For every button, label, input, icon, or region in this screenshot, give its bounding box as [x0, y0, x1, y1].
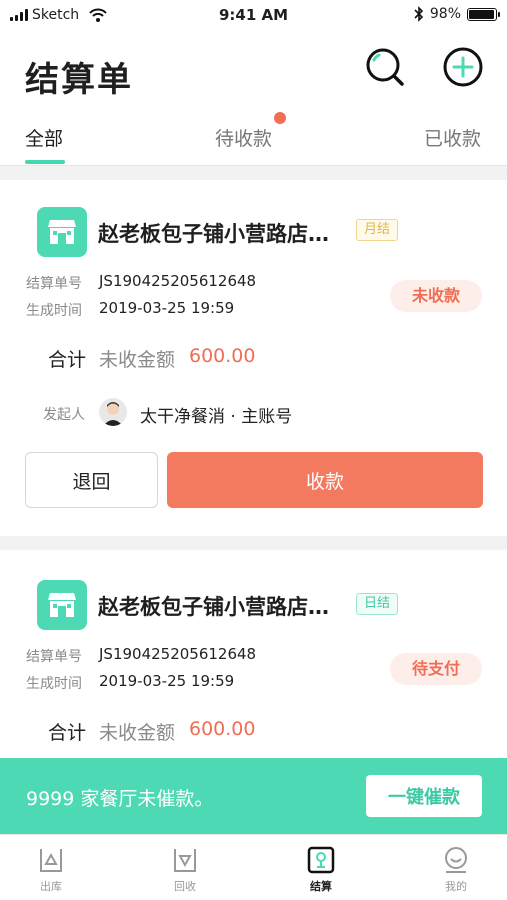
billing-tag: 月结 [356, 219, 399, 241]
status-badge: 待支付 [390, 653, 482, 685]
reminder-banner: 9999 家餐厅未催款。 一键催款 [0, 758, 507, 834]
add-button[interactable] [442, 46, 484, 88]
tabbar-label: 我的 [445, 880, 467, 893]
search-button[interactable] [364, 46, 406, 88]
battery-icon [467, 7, 500, 21]
shop-icon [37, 580, 87, 630]
remind-all-button[interactable]: 一键催款 [366, 775, 482, 817]
tabbar-label: 出库 [40, 880, 62, 893]
tabbar-item-settlement[interactable]: 结算 [281, 835, 361, 900]
banner-text: 9999 家餐厅未催款。 [26, 788, 214, 810]
billing-tag: 日结 [356, 593, 399, 615]
settlement-card[interactable]: 赵老板包子铺小营路店… 月结 结算单号 JS190425205612648 生成… [0, 180, 507, 536]
tabbar-label: 结算 [310, 880, 332, 893]
active-tab-indicator [25, 160, 65, 164]
shop-name: 赵老板包子铺小营路店… [98, 222, 329, 246]
tabbar-item-recycle[interactable]: 回收 [145, 835, 225, 900]
created-time: 2019-03-25 19:59 [99, 299, 235, 317]
tabbar-item-profile[interactable]: 我的 [416, 835, 496, 900]
tab-collected[interactable]: 已收款 [424, 124, 481, 151]
total-label: 合计 [48, 722, 87, 744]
add-icon [443, 47, 483, 87]
status-right: 98% [414, 6, 500, 22]
notification-dot [274, 112, 286, 124]
bottom-tab-bar: 出库 回收 结算 我的 [0, 834, 507, 900]
search-icon [366, 48, 404, 86]
avatar [99, 398, 127, 426]
total-label: 合计 [48, 349, 87, 371]
order-no-label: 结算单号 [26, 649, 82, 665]
recycle-icon [174, 849, 196, 872]
initiator-label: 发起人 [43, 407, 85, 423]
initiator-name: 太干净餐消 · 主账号 [140, 407, 293, 427]
collect-button[interactable]: 收款 [167, 452, 483, 508]
created-label: 生成时间 [26, 303, 82, 319]
shop-icon [37, 207, 87, 257]
unpaid-label: 未收金额 [99, 722, 176, 744]
tab-all[interactable]: 全部 [25, 124, 63, 151]
tabbar-label: 回收 [174, 880, 196, 893]
created-time: 2019-03-25 19:59 [99, 672, 235, 690]
profile-icon [445, 847, 467, 873]
page-title: 结算单 [25, 60, 133, 100]
order-no: JS190425205612648 [99, 272, 257, 290]
created-label: 生成时间 [26, 676, 82, 692]
settlement-card[interactable]: 赵老板包子铺小营路店… 日结 结算单号 JS190425205612648 生成… [0, 550, 507, 760]
unpaid-label: 未收金额 [99, 349, 176, 371]
settlement-icon [307, 846, 335, 874]
battery-percent: 98% [429, 6, 461, 22]
filter-tabs: 全部 待收款 已收款 [0, 110, 507, 166]
bluetooth-icon [414, 6, 424, 22]
outbound-icon [40, 849, 62, 872]
order-no-label: 结算单号 [26, 276, 82, 292]
tabbar-item-outbound[interactable]: 出库 [11, 835, 91, 900]
return-button[interactable]: 退回 [25, 452, 158, 508]
header: 结算单 [0, 30, 507, 110]
tab-pending-collection[interactable]: 待收款 [215, 124, 272, 151]
order-no: JS190425205612648 [99, 645, 257, 663]
status-bar: Sketch 9:41 AM 98% [0, 0, 507, 30]
unpaid-amount: 600.00 [189, 345, 256, 367]
shop-name: 赵老板包子铺小营路店… [98, 595, 329, 619]
unpaid-amount: 600.00 [189, 718, 256, 740]
status-badge: 未收款 [390, 280, 482, 312]
